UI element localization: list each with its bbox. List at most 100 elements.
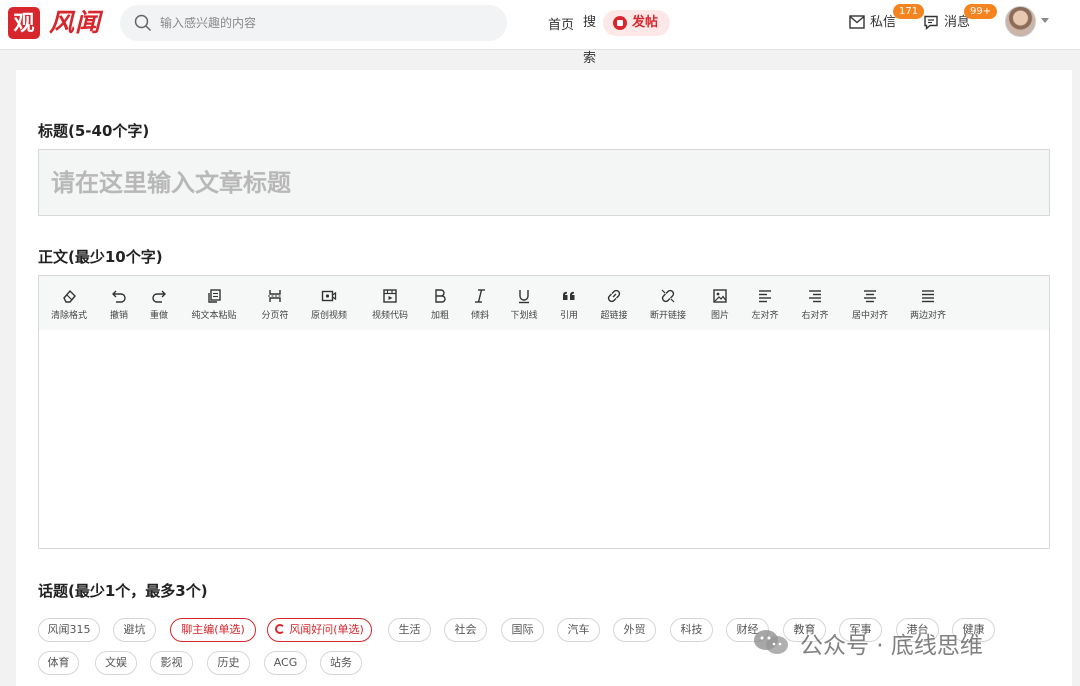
toolbar-label: 重做 bbox=[149, 311, 168, 321]
topic-tag[interactable]: ACG bbox=[264, 651, 307, 675]
toolbar-label: 两边对齐 bbox=[909, 311, 946, 321]
topic-tag[interactable]: 国际 bbox=[501, 618, 544, 642]
toolbar-align-justify[interactable]: 两边对齐 bbox=[905, 284, 951, 324]
toolbar-label: 居中对齐 bbox=[851, 311, 888, 321]
search-bar: 搜索 bbox=[120, 5, 596, 66]
toolbar-label: 纯文本粘贴 bbox=[191, 311, 237, 321]
video-icon bbox=[321, 290, 337, 302]
toolbar-label: 左对齐 bbox=[751, 311, 779, 321]
topic-tag[interactable]: 站务 bbox=[320, 651, 362, 675]
toolbar-page-break[interactable]: 分页符 bbox=[258, 284, 292, 324]
underline-icon bbox=[519, 290, 529, 304]
toolbar-undo[interactable]: 撤销 bbox=[104, 284, 134, 324]
toolbar-label: 断开链接 bbox=[649, 311, 686, 321]
feng-wen-logo-icon bbox=[275, 624, 286, 634]
title-input[interactable] bbox=[38, 149, 1050, 216]
toolbar-label: 清除格式 bbox=[50, 311, 87, 321]
page-break-icon bbox=[268, 290, 282, 302]
toolbar-label: 图片 bbox=[710, 311, 729, 321]
body-section-label: 正文(最少10个字) bbox=[38, 248, 163, 266]
post-button-label: 发帖 bbox=[632, 15, 659, 30]
align-right-icon bbox=[809, 290, 821, 303]
eraser-icon bbox=[63, 289, 76, 303]
toolbar-label: 撤销 bbox=[109, 311, 128, 321]
topic-tag[interactable]: 体育 bbox=[38, 651, 79, 675]
notifications-count-badge: 99+ bbox=[964, 4, 998, 19]
toolbar-redo[interactable]: 重做 bbox=[144, 284, 174, 324]
unlink-icon bbox=[661, 289, 675, 303]
italic-icon bbox=[475, 289, 485, 303]
nav-home-link[interactable]: 首页 bbox=[548, 14, 574, 33]
toolbar-quote[interactable]: 引用 bbox=[556, 284, 582, 324]
video-code-icon bbox=[383, 289, 397, 303]
image-icon bbox=[713, 289, 727, 303]
top-header: 观 风闻 搜索 首页 发帖 私信 171 消息 99+ bbox=[0, 0, 1080, 66]
post-button[interactable]: 发帖 bbox=[603, 10, 670, 36]
toolbar-label: 超链接 bbox=[600, 311, 628, 321]
redo-icon bbox=[152, 290, 166, 303]
editor-toolbar: 清除格式 撤销 重做 纯文本粘贴 分页符 原创视频 视频代码 加粗 倾斜 下划线… bbox=[39, 276, 1049, 330]
logo-icon[interactable]: 观 bbox=[8, 7, 40, 39]
search-button[interactable]: 搜索 bbox=[583, 5, 596, 66]
toolbar-align-right[interactable]: 右对齐 bbox=[797, 284, 833, 324]
topic-tag[interactable]: 风闻315 bbox=[38, 618, 100, 642]
toolbar-label: 下划线 bbox=[510, 311, 538, 321]
topic-tag[interactable]: 历史 bbox=[207, 651, 250, 675]
topic-tag-label: 风闻好问(单选) bbox=[289, 623, 364, 636]
topic-tag[interactable]: 文娱 bbox=[95, 651, 137, 675]
undo-icon bbox=[112, 290, 126, 303]
private-messages-label: 私信 bbox=[870, 15, 897, 30]
topics-section-label: 话题(最少1个，最多3个) bbox=[38, 582, 208, 600]
toolbar-label: 加粗 bbox=[430, 311, 449, 321]
chevron-down-icon[interactable] bbox=[1041, 18, 1049, 23]
topic-tag[interactable]: 生活 bbox=[388, 618, 431, 642]
toolbar-label: 倾斜 bbox=[470, 311, 489, 321]
toolbar-label: 原创视频 bbox=[310, 311, 347, 321]
site-logo-text[interactable]: 风闻 bbox=[49, 6, 101, 40]
mail-icon bbox=[849, 15, 865, 29]
post-editor-card: 标题(5-40个字) 正文(最少10个字) 清除格式 撤销 重做 纯文本粘贴 bbox=[16, 70, 1072, 686]
bold-icon bbox=[435, 289, 446, 303]
link-icon bbox=[607, 289, 621, 303]
topic-tag[interactable]: 影视 bbox=[150, 651, 193, 675]
toolbar-italic[interactable]: 倾斜 bbox=[467, 284, 493, 324]
paste-icon bbox=[208, 289, 221, 303]
topic-tag[interactable]: 社会 bbox=[444, 618, 487, 642]
quote-icon bbox=[562, 291, 575, 300]
toolbar-label: 引用 bbox=[559, 311, 578, 321]
title-section-label: 标题(5-40个字) bbox=[38, 122, 150, 140]
topic-tag[interactable]: 汽车 bbox=[557, 618, 600, 642]
topic-tag[interactable]: 避坑 bbox=[113, 618, 156, 642]
toolbar-label: 视频代码 bbox=[371, 311, 408, 321]
toolbar-paste-plain[interactable]: 纯文本粘贴 bbox=[187, 284, 241, 324]
user-avatar[interactable] bbox=[1005, 6, 1036, 37]
post-icon bbox=[613, 16, 627, 30]
rich-text-editor: 清除格式 撤销 重做 纯文本粘贴 分页符 原创视频 视频代码 加粗 倾斜 下划线… bbox=[38, 275, 1050, 549]
toolbar-clear-format[interactable]: 清除格式 bbox=[47, 284, 91, 324]
toolbar-hyperlink[interactable]: 超链接 bbox=[597, 284, 631, 324]
topic-tag[interactable]: 外贸 bbox=[613, 618, 656, 642]
chat-icon bbox=[924, 15, 938, 30]
toolbar-video-code[interactable]: 视频代码 bbox=[368, 284, 412, 324]
toolbar-align-center[interactable]: 居中对齐 bbox=[847, 284, 893, 324]
editor-content-area[interactable] bbox=[39, 330, 1049, 548]
topic-tag[interactable]: 科技 bbox=[670, 618, 713, 642]
search-icon bbox=[134, 14, 152, 32]
toolbar-unlink[interactable]: 断开链接 bbox=[646, 284, 690, 324]
wechat-icon bbox=[754, 630, 788, 654]
toolbar-label: 分页符 bbox=[261, 311, 289, 321]
watermark-text: 公众号 · 底线思维 bbox=[800, 633, 983, 659]
align-justify-icon bbox=[922, 290, 934, 303]
toolbar-image[interactable]: 图片 bbox=[707, 284, 733, 324]
toolbar-label: 右对齐 bbox=[801, 311, 829, 321]
toolbar-align-left[interactable]: 左对齐 bbox=[747, 284, 783, 324]
messages-count-badge: 171 bbox=[893, 4, 925, 19]
topic-tag-selected[interactable]: 聊主编(单选) bbox=[170, 618, 256, 642]
topic-tag-selected[interactable]: 风闻好问(单选) bbox=[267, 618, 372, 642]
search-input[interactable] bbox=[160, 11, 440, 35]
toolbar-original-video[interactable]: 原创视频 bbox=[307, 284, 351, 324]
align-left-icon bbox=[759, 290, 771, 303]
toolbar-underline[interactable]: 下划线 bbox=[507, 284, 541, 324]
align-center-icon bbox=[864, 290, 876, 303]
toolbar-bold[interactable]: 加粗 bbox=[427, 284, 453, 324]
